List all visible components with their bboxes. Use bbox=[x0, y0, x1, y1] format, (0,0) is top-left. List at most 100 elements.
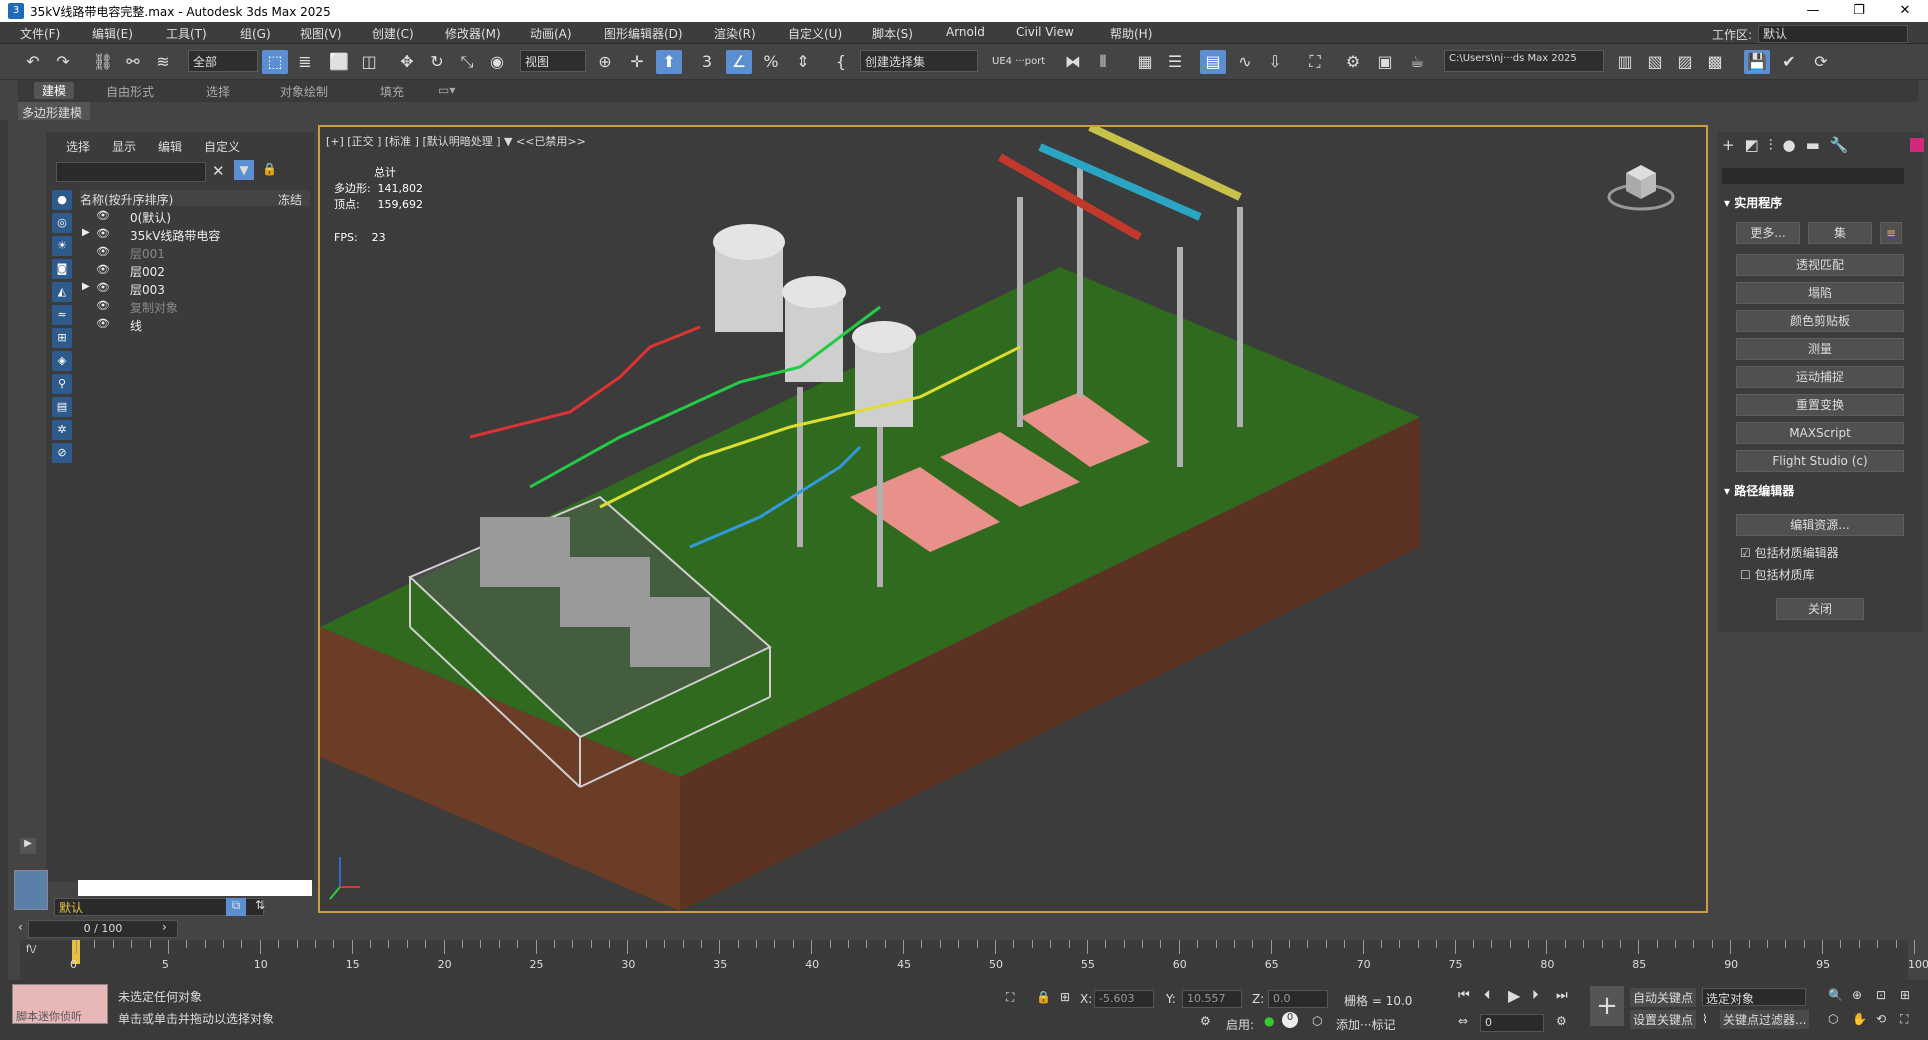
menu-item-8[interactable]: 图形编辑器(D) bbox=[604, 25, 683, 42]
camera-filter-icon[interactable]: ◙ bbox=[52, 259, 72, 279]
sync-icon[interactable]: ⟳ bbox=[1808, 50, 1834, 74]
play-icon[interactable]: ▶ bbox=[1508, 986, 1520, 1005]
menu-item-2[interactable]: 工具(T) bbox=[166, 25, 207, 42]
zoom-extents-icon[interactable]: ⊡ bbox=[1876, 988, 1886, 1002]
layer-row[interactable]: ▶ 👁 35kV线路带电容 bbox=[80, 226, 310, 244]
rect-selection-icon[interactable]: ⬜ bbox=[326, 50, 352, 74]
rotate-icon[interactable]: ↻ bbox=[424, 50, 450, 74]
render-setup-icon[interactable]: ⚙ bbox=[1340, 50, 1366, 74]
isolate-icon[interactable]: ⛶ bbox=[1006, 990, 1014, 1005]
goto-end-icon[interactable]: ⏭ bbox=[1556, 988, 1568, 1003]
lock-selection-icon[interactable]: 🔒 bbox=[1036, 990, 1051, 1004]
z-coord-field[interactable]: 0.0 bbox=[1268, 990, 1328, 1008]
motion-tab-icon[interactable]: ● bbox=[1783, 136, 1796, 154]
pivot-icon[interactable]: ⊕ bbox=[592, 50, 618, 74]
menu-item-14[interactable]: 帮助(H) bbox=[1110, 25, 1152, 42]
render-icon[interactable]: ☕ bbox=[1404, 50, 1430, 74]
select-by-name-icon[interactable]: ≣ bbox=[292, 50, 318, 74]
se-tab-custom[interactable]: 自定义 bbox=[204, 138, 240, 155]
configure-sets-icon[interactable]: ≡ bbox=[1880, 222, 1902, 244]
se-tab-select[interactable]: 选择 bbox=[66, 138, 90, 155]
curve-editor-icon[interactable]: ∿ bbox=[1232, 50, 1258, 74]
utility-button[interactable]: 颜色剪贴板 bbox=[1736, 310, 1904, 332]
menu-item-12[interactable]: Arnold bbox=[946, 25, 985, 39]
scale-icon[interactable]: ⤡ bbox=[454, 50, 480, 74]
menu-item-9[interactable]: 渲染(R) bbox=[714, 25, 756, 42]
visibility-eye-icon[interactable]: 👁 bbox=[96, 227, 110, 240]
share-icon[interactable]: ▨ bbox=[1672, 50, 1698, 74]
add-time-tag[interactable]: 添加···标记 bbox=[1336, 1016, 1395, 1033]
menu-item-6[interactable]: 修改器(M) bbox=[445, 25, 501, 42]
ribbon-toggle-icon[interactable]: ▤ bbox=[1200, 50, 1226, 74]
menu-item-0[interactable]: 文件(F) bbox=[20, 25, 60, 42]
sort-icon[interactable]: ⇅ bbox=[250, 898, 270, 916]
utility-button[interactable]: 透视匹配 bbox=[1736, 254, 1904, 276]
tab-object-paint[interactable]: 对象绘制 bbox=[280, 83, 328, 100]
schematic-view-icon[interactable]: ⇩ bbox=[1262, 50, 1288, 74]
se-column-header[interactable]: 名称(按升序排序) 冻结 bbox=[80, 190, 310, 207]
zoom-all-icon[interactable]: ⊕ bbox=[1852, 988, 1862, 1002]
menu-item-3[interactable]: 组(G) bbox=[240, 25, 271, 42]
ribbon-options-icon[interactable]: ▭▾ bbox=[438, 83, 455, 97]
time-config-icon[interactable]: ⚙ bbox=[1556, 1014, 1567, 1028]
xref-filter-icon[interactable]: ◈ bbox=[52, 351, 72, 371]
maximize-viewport-icon[interactable]: ⛶ bbox=[1900, 1012, 1908, 1027]
rendered-frame-icon[interactable]: ▣ bbox=[1372, 50, 1398, 74]
bind-spacewarp-icon[interactable]: ≋ bbox=[150, 50, 176, 74]
utility-button[interactable]: Flight Studio (c) bbox=[1736, 450, 1904, 472]
utility-button[interactable]: 测量 bbox=[1736, 338, 1904, 360]
next-frame-icon[interactable]: › bbox=[162, 920, 167, 934]
adaptive-degradation-icon[interactable]: ⚙ bbox=[1200, 1014, 1211, 1028]
named-selection-dropdown[interactable]: 创建选择集 bbox=[860, 50, 978, 72]
menu-item-13[interactable]: Civil View bbox=[1016, 25, 1074, 39]
prev-frame-icon[interactable]: ‹ bbox=[18, 920, 23, 934]
visibility-eye-icon[interactable]: 👁 bbox=[96, 299, 110, 312]
redo-icon[interactable]: ↷ bbox=[50, 50, 76, 74]
angle-snap-icon[interactable]: ∠ bbox=[726, 50, 752, 74]
curve-toggle-icon[interactable]: f\/ bbox=[26, 944, 36, 955]
utility-button[interactable]: 运动捕捉 bbox=[1736, 366, 1904, 388]
path-editor-rollout-title[interactable]: ▾ 路径编辑器 bbox=[1724, 482, 1794, 499]
more-button[interactable]: 更多... bbox=[1736, 222, 1800, 244]
minimize-button[interactable]: — bbox=[1790, 0, 1836, 22]
layer-row[interactable]: 👁 0(默认) bbox=[80, 208, 310, 226]
zoom-extents-all-icon[interactable]: ⊞ bbox=[1900, 988, 1910, 1002]
container-filter-icon[interactable]: ▤ bbox=[52, 397, 72, 417]
link-icon[interactable]: ⛓ bbox=[90, 50, 116, 74]
add-tag-icon[interactable]: ⬡ bbox=[1312, 1014, 1322, 1028]
undo-icon[interactable]: ↶ bbox=[20, 50, 46, 74]
tab-populate[interactable]: 填充 bbox=[380, 83, 404, 100]
goto-start-icon[interactable]: ⏮ bbox=[1458, 988, 1470, 1003]
se-hscrollbar[interactable] bbox=[78, 880, 312, 896]
visibility-eye-icon[interactable]: 👁 bbox=[96, 317, 110, 330]
layer-row[interactable]: 👁 复制对象 bbox=[80, 298, 310, 316]
check-icon[interactable]: ✔ bbox=[1776, 50, 1802, 74]
time-slider[interactable]: 0 / 100 bbox=[28, 920, 178, 938]
menu-item-5[interactable]: 创建(C) bbox=[372, 25, 414, 42]
key-filters-button[interactable]: 关键点过滤器... bbox=[1720, 1010, 1810, 1029]
select-object-icon[interactable]: ⬚ bbox=[262, 50, 288, 74]
layer-row[interactable]: 👁 层002 bbox=[80, 262, 310, 280]
auto-key-button[interactable]: 自动关键点 bbox=[1630, 988, 1697, 1007]
keyboard-shortcut-icon[interactable]: ⬆ bbox=[656, 50, 682, 74]
open-icon[interactable]: ▩ bbox=[1702, 50, 1728, 74]
key-selection-dropdown[interactable]: 选定对象 bbox=[1702, 988, 1806, 1006]
layer-explorer-toggle-icon[interactable]: ⧉ bbox=[226, 898, 246, 916]
se-tab-display[interactable]: 显示 bbox=[112, 138, 136, 155]
orbit-icon[interactable]: ⟲ bbox=[1876, 1012, 1886, 1026]
utility-button[interactable]: MAXScript bbox=[1736, 422, 1904, 444]
frozen-filter-icon[interactable]: ⊘ bbox=[52, 443, 72, 463]
fov-icon[interactable]: ⬡ bbox=[1828, 1012, 1838, 1026]
y-coord-field[interactable]: 10.557 bbox=[1182, 990, 1242, 1008]
tab-modeling[interactable]: 建模 bbox=[34, 82, 75, 99]
key-filter-icon[interactable]: ⌇ bbox=[1702, 1012, 1708, 1026]
unlink-icon[interactable]: ⚯ bbox=[120, 50, 146, 74]
menu-item-11[interactable]: 脚本(S) bbox=[872, 25, 913, 42]
menu-item-4[interactable]: 视图(V) bbox=[300, 25, 342, 42]
se-tab-edit[interactable]: 编辑 bbox=[158, 138, 182, 155]
menu-item-10[interactable]: 自定义(U) bbox=[788, 25, 842, 42]
layer-row[interactable]: 👁 层001 bbox=[80, 244, 310, 262]
project-folder-icon[interactable]: ▥ bbox=[1612, 50, 1638, 74]
tab-freeform[interactable]: 自由形式 bbox=[106, 83, 154, 100]
visibility-eye-icon[interactable]: 👁 bbox=[96, 245, 110, 258]
